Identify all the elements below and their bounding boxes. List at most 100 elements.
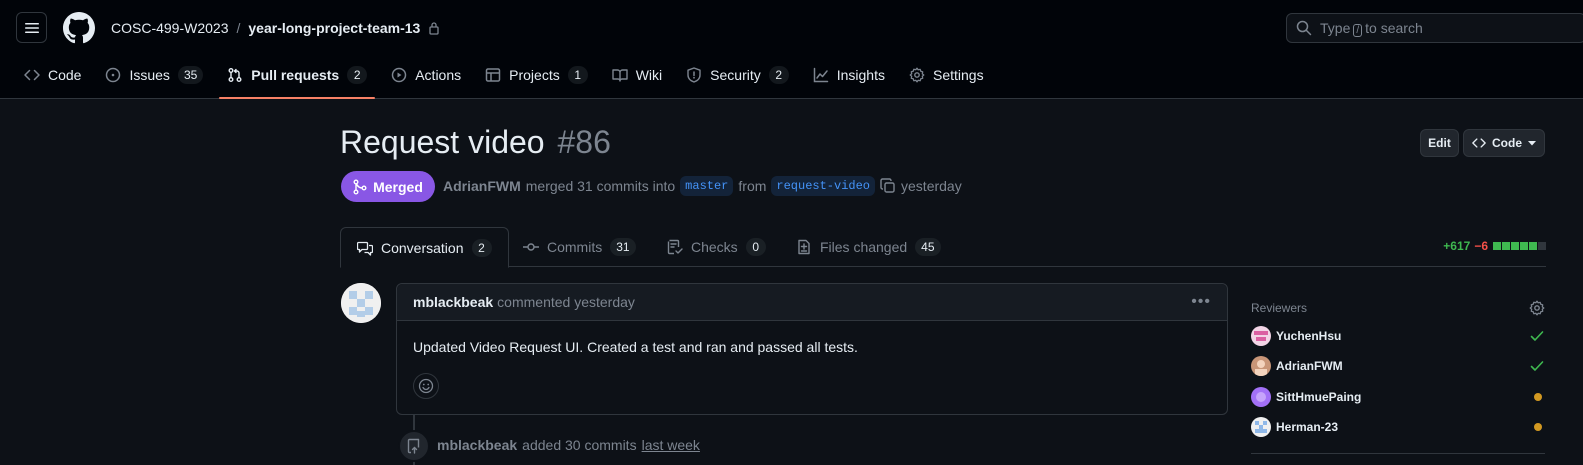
code-icon [1472,138,1486,148]
pending-dot-icon [1534,393,1545,401]
tab-label: Issues [129,67,170,83]
conversation-counter: 2 [471,238,492,257]
reviewer-name: YuchenHsu [1276,329,1342,343]
tab-insights[interactable]: Insights [805,58,893,92]
diffstat-box [1520,242,1528,250]
add-reaction-button[interactable] [413,373,439,399]
comment-header: mblackbeak commented yesterday ••• [397,284,1227,321]
reviewer-item[interactable]: Herman-23 [1251,416,1545,438]
search-input[interactable]: Type / to search [1286,13,1583,43]
tab-label: Pull requests [251,67,340,83]
edit-label: Edit [1428,136,1451,150]
tab-projects[interactable]: Projects 1 [477,58,596,92]
avatar [1251,417,1271,437]
avatar [1251,356,1271,376]
projects-counter: 1 [567,66,588,84]
head-branch[interactable]: request-video [771,176,876,196]
security-counter: 2 [768,66,789,84]
tab-code[interactable]: Code [16,58,89,92]
tab-checks[interactable]: Checks 0 [651,227,782,267]
breadcrumb-repo[interactable]: year-long-project-team-13 [248,20,420,36]
page-title: Request video #86 [340,124,611,161]
code-dropdown-button[interactable]: Code [1463,129,1545,157]
pr-number: #86 [557,124,611,160]
tab-commits[interactable]: Commits 31 [507,227,652,267]
from-text: from [738,178,767,194]
tab-settings[interactable]: Settings [901,58,992,92]
edit-button[interactable]: Edit [1420,129,1459,157]
base-branch[interactable]: master [680,176,734,196]
lock-icon [429,22,439,35]
search-icon [1296,20,1312,36]
checks-counter: 0 [745,238,766,256]
commit-icon [523,243,539,251]
play-icon [391,67,407,83]
tab-label: Wiki [635,67,663,83]
reviewer-item[interactable]: YuchenHsu [1251,325,1545,347]
issues-counter: 35 [177,66,204,84]
merge-icon [353,179,367,194]
diffstat-box [1502,242,1510,250]
tab-label: Security [710,67,761,83]
tab-label: Conversation [381,239,464,256]
avatar [1251,326,1271,346]
tab-label: Checks [691,239,738,255]
diffstat: +617 −6 [1443,239,1546,253]
diffstat-box [1511,242,1519,250]
reviewer-name: Herman-23 [1276,420,1339,434]
reviewer-item[interactable]: SittHmuePaing [1251,386,1545,408]
reviewer-item[interactable]: AdrianFWM [1251,355,1545,377]
tab-issues[interactable]: Issues 35 [97,58,211,92]
tab-security[interactable]: Security 2 [678,58,797,92]
reviewers-heading: Reviewers [1251,301,1308,315]
pull-request-icon [228,68,242,82]
comment-card: mblackbeak commented yesterday ••• Updat… [396,283,1228,415]
comment-action: commented yesterday [497,294,635,310]
tab-pull-requests[interactable]: Pull requests 2 [219,58,376,99]
github-logo-icon[interactable] [63,12,95,44]
check-icon [1529,328,1545,344]
pr-title: Request video [340,124,545,160]
code-icon [24,69,40,81]
search-shortcut-key: / [1353,23,1363,37]
comment-author[interactable]: mblackbeak [413,294,493,310]
check-icon [1529,358,1545,374]
timeline-time-link[interactable]: last week [642,437,700,453]
kebab-horizontal-icon[interactable]: ••• [1191,293,1211,311]
book-icon [612,69,628,82]
breadcrumb-owner[interactable]: COSC-499-W2023 [111,20,229,36]
menu-button[interactable] [16,12,47,43]
diffstat-bar [1492,242,1546,250]
merged-text: merged 31 commits into [525,178,676,194]
timeline-event: mblackbeak added 30 commits last week [437,437,700,453]
repo-nav: Code Issues 35 Pull requests 2 Actions P… [16,58,1000,99]
file-diff-icon [798,239,810,255]
diffstat-deletions: −6 [1474,239,1488,253]
issue-icon [106,67,121,83]
hamburger-icon [24,22,39,33]
gear-icon[interactable] [1529,300,1545,316]
smiley-icon [418,378,434,394]
tab-label: Projects [509,67,560,83]
tab-wiki[interactable]: Wiki [604,58,670,92]
pull-requests-counter: 2 [347,66,368,84]
timeline-author[interactable]: mblackbeak [437,437,517,453]
comment-body: Updated Video Request UI. Created a test… [413,339,858,355]
diffstat-box [1493,242,1501,250]
copy-icon[interactable] [880,178,896,194]
diffstat-additions: +617 [1443,239,1471,253]
tab-conversation[interactable]: Conversation 2 [340,227,509,268]
global-header: COSC-499-W2023 / year-long-project-team-… [0,0,1583,99]
tab-actions[interactable]: Actions [383,58,469,92]
avatar[interactable] [341,283,381,323]
gear-icon [909,67,925,83]
tab-files-changed[interactable]: Files changed 45 [780,227,957,267]
status-label: Merged [373,178,423,195]
pr-author-link[interactable]: AdrianFWM [443,178,521,194]
search-placeholder: Type / to search [1320,19,1423,37]
pr-tabs: Conversation 2 Commits 31 Checks 0 Files… [340,227,1546,268]
reviewer-name: AdrianFWM [1276,359,1343,373]
tab-label: Actions [415,67,462,83]
timeline-action: added 30 commits [522,437,637,453]
checklist-icon [667,239,683,255]
